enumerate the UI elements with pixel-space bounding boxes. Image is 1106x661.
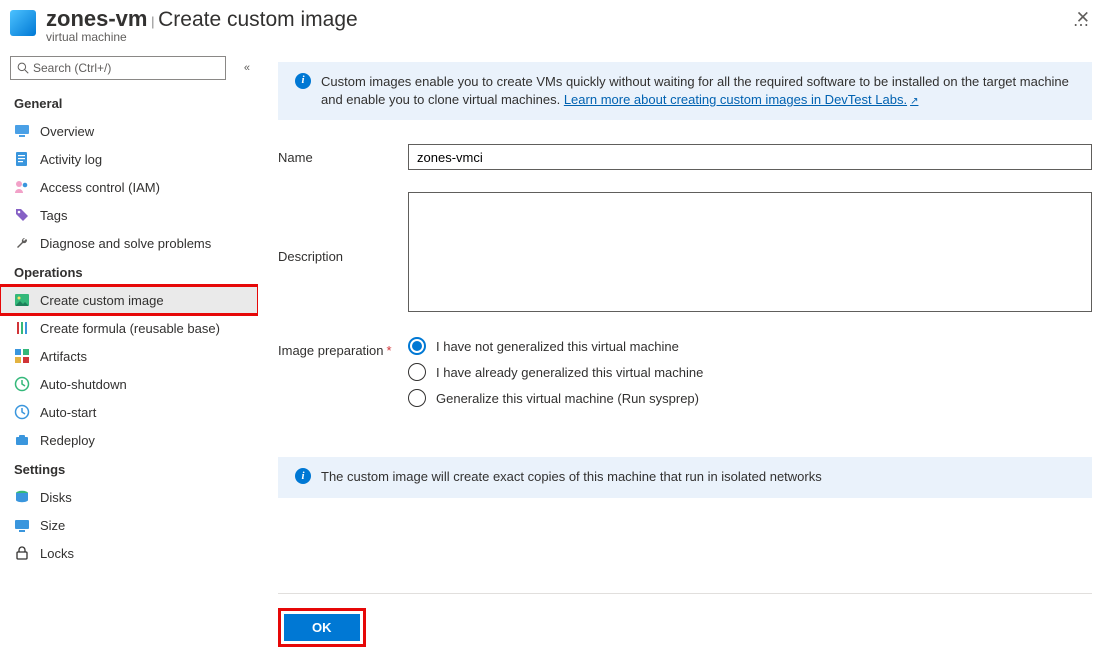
nav-group-operations: Operations xyxy=(0,257,258,286)
clock-on-icon xyxy=(14,404,30,420)
main-content: i Custom images enable you to create VMs… xyxy=(258,52,1106,661)
radio-icon xyxy=(408,337,426,355)
blade-footer: OK xyxy=(278,593,1092,661)
sidebar-item-create-custom-image[interactable]: Create custom image xyxy=(0,286,258,314)
size-icon xyxy=(14,517,30,533)
info-banner-note: i The custom image will create exact cop… xyxy=(278,457,1092,497)
radio-icon xyxy=(408,389,426,407)
image-preparation-label: Image preparation* xyxy=(278,337,408,358)
resource-type-subtitle: virtual machine xyxy=(46,30,1053,44)
wrench-icon xyxy=(14,235,30,251)
info-icon: i xyxy=(295,468,311,484)
clock-icon xyxy=(14,376,30,392)
briefcase-icon xyxy=(14,432,30,448)
sidebar-nav: Search (Ctrl+/) « General Overview Activ… xyxy=(0,52,258,661)
nav-group-settings: Settings xyxy=(0,454,258,483)
radio-generalize-now[interactable]: Generalize this virtual machine (Run sys… xyxy=(408,389,1092,407)
log-icon xyxy=(14,151,30,167)
sidebar-item-artifacts[interactable]: Artifacts xyxy=(0,342,258,370)
search-icon xyxy=(17,62,29,74)
collapse-sidebar-button[interactable]: « xyxy=(244,62,250,74)
sidebar-item-auto-shutdown[interactable]: Auto-shutdown xyxy=(0,370,258,398)
sidebar-item-overview[interactable]: Overview xyxy=(0,117,258,145)
blade-header: zones-vm | Create custom image virtual m… xyxy=(0,0,1106,52)
sidebar-item-activity-log[interactable]: Activity log xyxy=(0,145,258,173)
sidebar-item-iam[interactable]: Access control (IAM) xyxy=(0,173,258,201)
info-icon: i xyxy=(295,73,311,89)
sidebar-item-size[interactable]: Size xyxy=(0,511,258,539)
sidebar-item-diagnose[interactable]: Diagnose and solve problems xyxy=(0,229,258,257)
flask-icon xyxy=(14,320,30,336)
sidebar-item-disks[interactable]: Disks xyxy=(0,483,258,511)
sidebar-item-create-formula[interactable]: Create formula (reusable base) xyxy=(0,314,258,342)
monitor-icon xyxy=(14,123,30,139)
radio-not-generalized[interactable]: I have not generalized this virtual mach… xyxy=(408,337,1092,355)
disks-icon xyxy=(14,489,30,505)
external-link-icon: ↗ xyxy=(910,96,918,107)
description-label: Description xyxy=(278,243,408,264)
radio-already-generalized[interactable]: I have already generalized this virtual … xyxy=(408,363,1092,381)
sidebar-item-locks[interactable]: Locks xyxy=(0,539,258,567)
page-title: Create custom image xyxy=(158,8,358,31)
tag-icon xyxy=(14,207,30,223)
nav-group-general: General xyxy=(0,88,258,117)
name-input[interactable] xyxy=(408,144,1092,170)
people-icon xyxy=(14,179,30,195)
resource-name: zones-vm xyxy=(46,6,147,31)
grid-icon xyxy=(14,348,30,364)
ok-button[interactable]: OK xyxy=(284,614,360,641)
sidebar-item-tags[interactable]: Tags xyxy=(0,201,258,229)
radio-icon xyxy=(408,363,426,381)
lock-icon xyxy=(14,545,30,561)
close-blade-button[interactable]: ✕ xyxy=(1076,8,1090,28)
vm-resource-icon xyxy=(10,10,36,36)
learn-more-link[interactable]: Learn more about creating custom images … xyxy=(564,92,919,107)
description-textarea[interactable] xyxy=(408,192,1092,312)
sidebar-search-input[interactable]: Search (Ctrl+/) xyxy=(10,56,226,80)
image-icon xyxy=(14,292,30,308)
sidebar-item-redeploy[interactable]: Redeploy xyxy=(0,426,258,454)
sidebar-item-auto-start[interactable]: Auto-start xyxy=(0,398,258,426)
name-label: Name xyxy=(278,144,408,165)
info-banner-intro: i Custom images enable you to create VMs… xyxy=(278,62,1092,120)
